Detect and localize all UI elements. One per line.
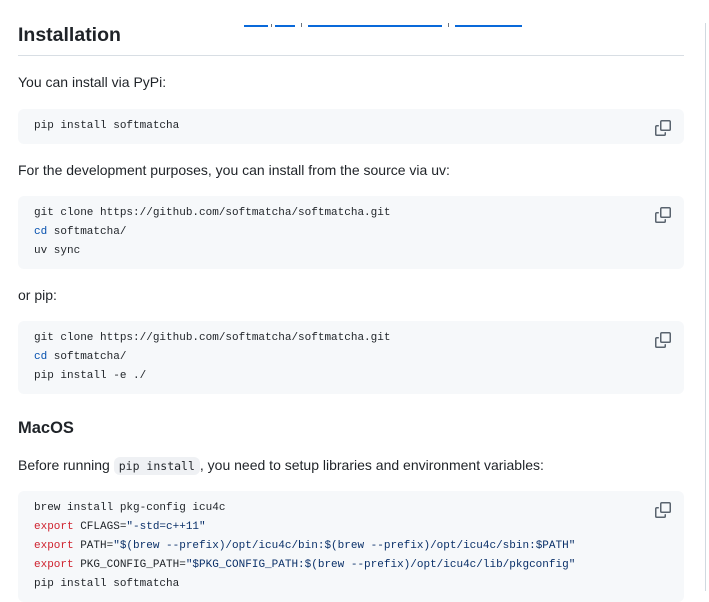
code-line: cd softmatcha/ <box>34 348 668 367</box>
code-content: git clone https://github.com/softmatcha/… <box>34 204 668 261</box>
code-line: uv sync <box>34 242 668 261</box>
code-line: pip install -e ./ <box>34 367 668 386</box>
code-line: brew install pkg-config icu4c <box>34 499 668 518</box>
code-line: export CFLAGS="-std=c++11" <box>34 518 668 537</box>
code-block-source-install-uv: git clone https://github.com/softmatcha/… <box>18 196 684 269</box>
code-block-pypi-install: pip install softmatcha <box>18 109 684 144</box>
copy-icon <box>655 207 671 223</box>
code-line: pip install softmatcha <box>34 575 668 594</box>
code-block-macos-setup: brew install pkg-config icu4cexport CFLA… <box>18 491 684 602</box>
code-line: export PKG_CONFIG_PATH="$PKG_CONFIG_PATH… <box>34 556 668 575</box>
installation-heading: Installation <box>18 23 684 56</box>
uv-intro-text: For the development purposes, you can in… <box>18 160 684 180</box>
code-line: export PATH="$(brew --prefix)/opt/icu4c/… <box>34 537 668 556</box>
inline-code-pip-install: pip install <box>114 457 200 475</box>
copy-icon <box>655 332 671 348</box>
truncated-link-underline[interactable] <box>244 25 268 27</box>
macos-intro-text: Before running pip install, you need to … <box>18 455 684 475</box>
code-line: cd softmatcha/ <box>34 223 668 242</box>
pip-intro-text: or pip: <box>18 285 684 305</box>
macos-heading: MacOS <box>18 418 684 439</box>
top-links-row <box>244 23 522 27</box>
copy-button[interactable] <box>649 326 677 354</box>
code-block-source-install-pip: git clone https://github.com/softmatcha/… <box>18 321 684 394</box>
copy-icon <box>655 120 671 136</box>
code-line: git clone https://github.com/softmatcha/… <box>34 204 668 223</box>
truncated-link-underline[interactable] <box>308 25 442 27</box>
link-separator <box>448 23 449 27</box>
macos-intro-before: Before running <box>18 457 114 473</box>
link-separator <box>301 23 302 27</box>
copy-button[interactable] <box>649 201 677 229</box>
code-line: git clone https://github.com/softmatcha/… <box>34 329 668 348</box>
copy-button[interactable] <box>649 496 677 524</box>
link-separator <box>271 24 272 27</box>
macos-intro-after: , you need to setup libraries and enviro… <box>200 457 544 473</box>
code-line: pip install softmatcha <box>34 117 668 136</box>
code-content: git clone https://github.com/softmatcha/… <box>34 329 668 386</box>
truncated-link-underline[interactable] <box>275 25 295 27</box>
code-content: brew install pkg-config icu4cexport CFLA… <box>34 499 668 594</box>
copy-icon <box>655 502 671 518</box>
copy-button[interactable] <box>649 114 677 142</box>
readme-content: Installation You can install via PyPi: p… <box>0 23 709 602</box>
pypi-intro-text: You can install via PyPi: <box>18 72 684 92</box>
truncated-link-underline[interactable] <box>455 25 522 27</box>
readme-card-right-border <box>705 23 706 591</box>
code-content: pip install softmatcha <box>34 117 668 136</box>
